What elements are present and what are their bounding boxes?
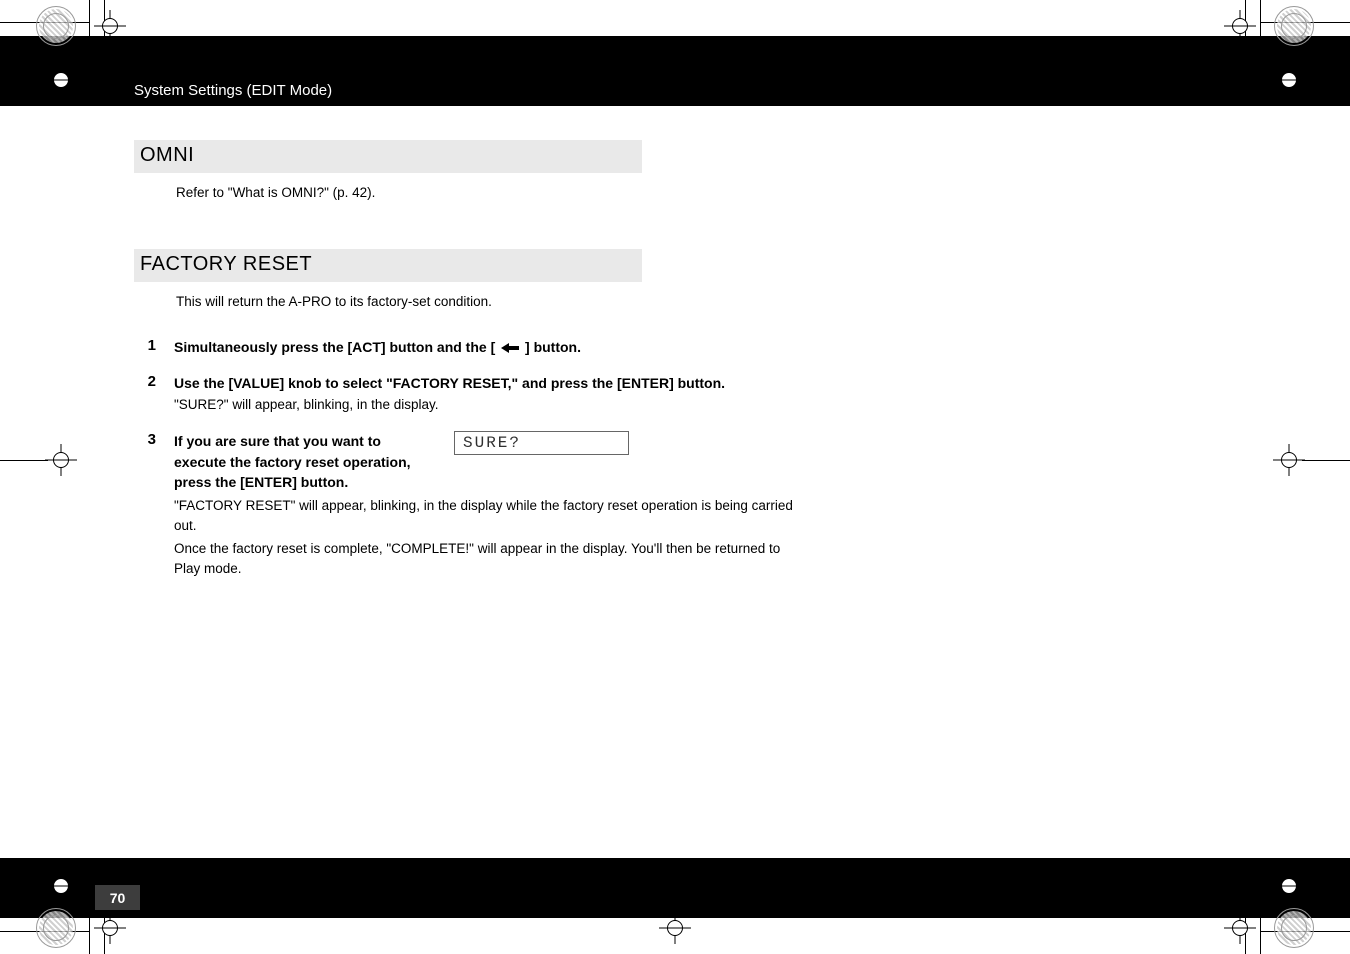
crosshair-icon <box>1230 918 1250 938</box>
step-1: 1 Simultaneously press the [ACT] button … <box>134 337 804 357</box>
step-number: 1 <box>134 337 174 357</box>
footer-bar <box>0 858 1350 918</box>
crop-mark <box>89 918 90 954</box>
header-title: System Settings (EDIT Mode) <box>134 82 332 99</box>
prev-triangle-icon <box>501 343 519 353</box>
crop-mark <box>0 460 48 461</box>
crop-mark <box>1302 460 1350 461</box>
crop-mark <box>0 931 89 932</box>
crop-mark <box>104 0 105 36</box>
crosshair-icon <box>100 918 120 938</box>
step-number: 3 <box>134 431 174 579</box>
step-1-text: Simultaneously press the [ACT] button an… <box>174 337 804 357</box>
step-3-text: If you are sure that you want to execute… <box>174 431 434 492</box>
crosshair-icon <box>665 918 685 938</box>
crop-mark <box>1261 22 1350 23</box>
crop-mark <box>1260 918 1261 954</box>
step-2-note: "SURE?" will appear, blinking, in the di… <box>174 395 804 415</box>
crop-mark <box>0 22 89 23</box>
step-2: 2 Use the [VALUE] knob to select "FACTOR… <box>134 373 804 416</box>
crop-mark <box>1261 917 1350 918</box>
crop-mark <box>89 0 90 36</box>
crop-mark <box>1261 931 1350 932</box>
omni-section: OMNI Refer to "What is OMNI?" (p. 42). <box>134 140 804 203</box>
step-number: 2 <box>134 373 174 416</box>
omni-heading: OMNI <box>134 140 642 173</box>
step-3-note-b: Once the factory reset is complete, "COM… <box>174 539 804 580</box>
crosshair-icon <box>51 450 71 470</box>
crosshair-icon <box>1279 450 1299 470</box>
factory-reset-steps: 1 Simultaneously press the [ACT] button … <box>134 337 804 580</box>
crop-mark <box>0 917 89 918</box>
crop-mark <box>1245 918 1246 954</box>
factory-reset-intro: This will return the A-PRO to its factor… <box>176 292 804 312</box>
factory-reset-heading: FACTORY RESET <box>134 249 642 282</box>
lcd-display: SURE? <box>454 431 629 455</box>
omni-ref-text: Refer to "What is OMNI?" (p. 42). <box>176 183 804 203</box>
crop-mark <box>0 36 89 37</box>
page-number: 70 <box>95 885 140 910</box>
crop-mark <box>104 918 105 954</box>
step-3: 3 If you are sure that you want to execu… <box>134 431 804 579</box>
crop-mark <box>1245 0 1246 36</box>
crop-mark <box>1261 36 1350 37</box>
page-content: OMNI Refer to "What is OMNI?" (p. 42). F… <box>134 140 804 595</box>
step-3-note-a: "FACTORY RESET" will appear, blinking, i… <box>174 496 804 537</box>
factory-reset-section: FACTORY RESET This will return the A-PRO… <box>134 249 804 579</box>
crop-mark <box>1260 0 1261 36</box>
step-1-text-a: Simultaneously press the [ACT] button an… <box>174 339 499 355</box>
step-2-text: Use the [VALUE] knob to select "FACTORY … <box>174 373 804 393</box>
crosshair-icon <box>1230 16 1250 36</box>
crosshair-icon <box>100 16 120 36</box>
step-1-text-b: ] button. <box>521 339 581 355</box>
